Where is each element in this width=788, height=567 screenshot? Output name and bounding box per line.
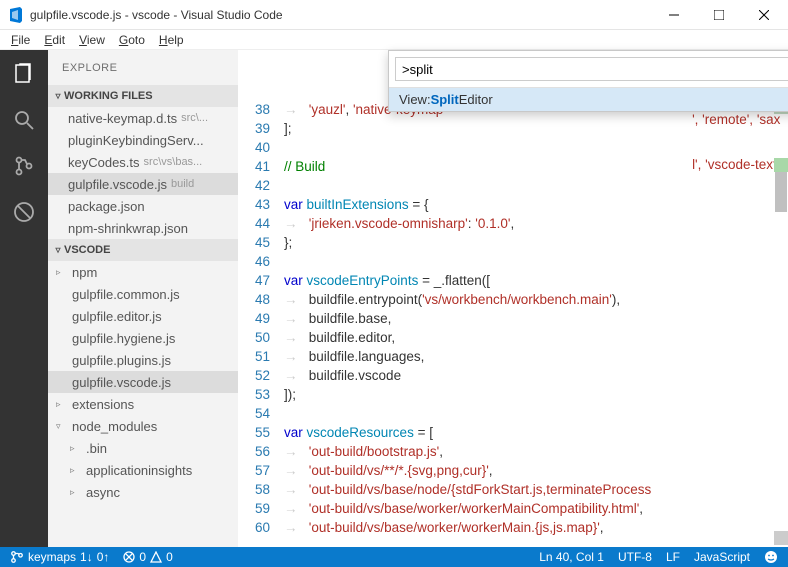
tree-item[interactable]: gulpfile.vscode.js [48, 371, 238, 393]
code-area[interactable]: 3839404142434445464748495051525354555657… [238, 50, 788, 547]
command-palette-result[interactable]: View: Split Editor Ctrl+^ [389, 87, 788, 111]
cursor-position[interactable]: Ln 40, Col 1 [539, 550, 604, 564]
close-button[interactable] [741, 0, 786, 29]
working-file[interactable]: keyCodes.tssrc\vs\bas... [48, 151, 238, 173]
working-file[interactable]: npm-shrinkwrap.json [48, 217, 238, 239]
titlebar: gulpfile.vscode.js - vscode - Visual Stu… [0, 0, 788, 30]
maximize-button[interactable] [696, 0, 741, 29]
tree-item[interactable]: gulpfile.editor.js [48, 305, 238, 327]
code-lines[interactable]: → 'yauzl', 'native-keymap'];// Buildvar … [284, 100, 788, 547]
tree-item[interactable]: ▹npm [48, 261, 238, 283]
working-file[interactable]: pluginKeybindingServ... [48, 129, 238, 151]
menu-edit[interactable]: Edit [37, 31, 72, 49]
tree-item[interactable]: gulpfile.common.js [48, 283, 238, 305]
project-header[interactable]: ▿VSCODE [48, 239, 238, 261]
tree-item[interactable]: ▿node_modules [48, 415, 238, 437]
tree-item[interactable]: gulpfile.hygiene.js [48, 327, 238, 349]
editor[interactable]: ', 'remote', 'sax l', 'vscode-textm 3839… [238, 50, 788, 547]
command-palette-input[interactable] [395, 57, 788, 81]
tree-item[interactable]: ▹async [48, 481, 238, 503]
menu-help[interactable]: Help [152, 31, 191, 49]
explorer-icon[interactable] [10, 60, 38, 88]
sidebar: EXPLORE ▿WORKING FILES native-keymap.d.t… [48, 50, 238, 547]
tree-item[interactable]: ▹extensions [48, 393, 238, 415]
tree-item[interactable]: ▹.bin [48, 437, 238, 459]
menubar: FileEditViewGotoHelp [0, 30, 788, 50]
app-icon [8, 7, 24, 23]
tree-item[interactable]: ▹applicationinsights [48, 459, 238, 481]
working-file[interactable]: gulpfile.vscode.jsbuild [48, 173, 238, 195]
feedback-icon[interactable] [764, 550, 778, 564]
git-icon[interactable] [10, 152, 38, 180]
minimize-button[interactable] [651, 0, 696, 29]
search-icon[interactable] [10, 106, 38, 134]
working-file[interactable]: native-keymap.d.tssrc\... [48, 107, 238, 129]
activity-bar [0, 50, 48, 547]
eol[interactable]: LF [666, 550, 680, 564]
menu-file[interactable]: File [4, 31, 37, 49]
window-controls [651, 0, 786, 29]
status-bar: keymaps 1↓ 0↑ 0 0 Ln 40, Col 1 UTF-8 LF … [0, 547, 788, 567]
menu-view[interactable]: View [72, 31, 112, 49]
scrollbar-thumb[interactable] [775, 172, 787, 212]
git-branch-status[interactable]: keymaps 1↓ 0↑ [10, 550, 109, 564]
language-mode[interactable]: JavaScript [694, 550, 750, 564]
working-file[interactable]: package.json [48, 195, 238, 217]
debug-icon[interactable] [10, 198, 38, 226]
menu-goto[interactable]: Goto [112, 31, 152, 49]
window-title: gulpfile.vscode.js - vscode - Visual Stu… [30, 8, 651, 22]
working-files-header[interactable]: ▿WORKING FILES [48, 85, 238, 107]
project-tree: ▹npmgulpfile.common.jsgulpfile.editor.js… [48, 261, 238, 503]
sidebar-title: EXPLORE [48, 50, 238, 85]
working-files-list: native-keymap.d.tssrc\...pluginKeybindin… [48, 107, 238, 239]
vertical-scrollbar[interactable] [774, 100, 788, 547]
tree-item[interactable]: gulpfile.plugins.js [48, 349, 238, 371]
encoding[interactable]: UTF-8 [618, 550, 652, 564]
command-palette: View: Split Editor Ctrl+^ [388, 50, 788, 112]
line-number-gutter: 3839404142434445464748495051525354555657… [238, 100, 284, 547]
problems-status[interactable]: 0 0 [123, 550, 172, 564]
